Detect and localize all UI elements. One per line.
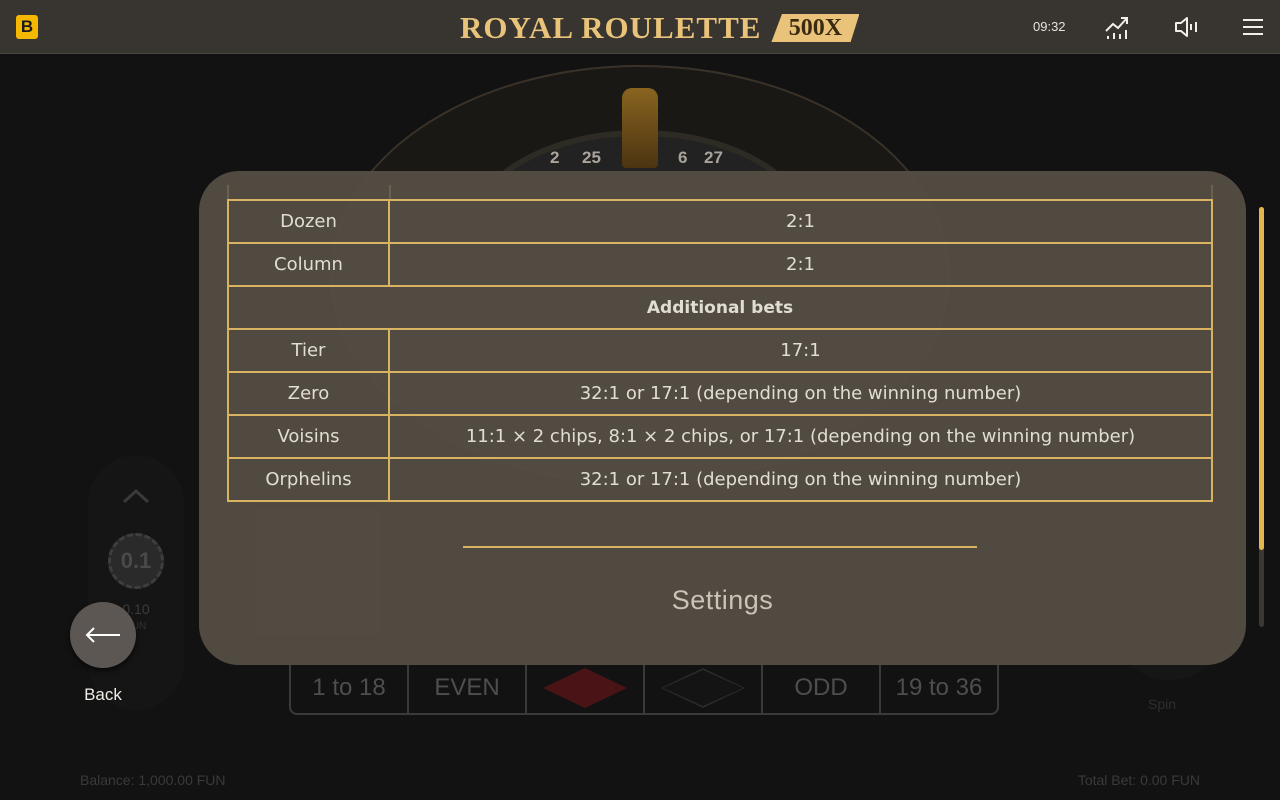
bet-19-to-36[interactable]: 19 to 36 xyxy=(881,663,997,713)
table-section-header: Additional bets xyxy=(227,285,1213,330)
chip-value[interactable]: 0.1 xyxy=(108,533,164,589)
payout-cell: 32:1 or 17:1 (depending on the winning n… xyxy=(388,371,1213,416)
bet-name-cell: Voisins xyxy=(227,414,390,459)
arrow-left-icon xyxy=(85,627,120,643)
back-label: Back xyxy=(84,685,122,704)
payout-cell: 2:1 xyxy=(388,199,1213,244)
modal-scrollbar-thumb[interactable] xyxy=(1259,207,1264,550)
back-button[interactable] xyxy=(70,602,136,668)
bet-red[interactable] xyxy=(527,663,645,713)
chevron-up-icon[interactable] xyxy=(121,486,151,506)
wheel-number: 25 xyxy=(582,148,601,167)
bet-1-to-18[interactable]: 1 to 18 xyxy=(291,663,409,713)
volume-low-icon[interactable] xyxy=(1173,14,1199,40)
game-title-text: ROYAL ROULETTE xyxy=(460,10,762,45)
total-bet-readout: Total Bet: 0.00 FUN xyxy=(1077,772,1200,788)
wheel-number: 6 xyxy=(678,148,688,167)
bet-odd[interactable]: ODD xyxy=(763,663,881,713)
wheel-spindle xyxy=(622,88,658,168)
brand-logo: B xyxy=(16,15,38,39)
payout-table: Dozen 2:1 Column 2:1 Additional bets Tie… xyxy=(227,199,1213,502)
bet-name-cell: Dozen xyxy=(227,199,390,244)
payout-table-container: Dozen 2:1 Column 2:1 Additional bets Tie… xyxy=(227,199,1213,502)
clock: 09:32 xyxy=(1033,19,1066,34)
payout-cell: 2:1 xyxy=(388,242,1213,287)
table-row: Orphelins 32:1 or 17:1 (depending on the… xyxy=(227,457,1213,502)
bet-black[interactable] xyxy=(645,663,763,713)
bet-name-cell: Orphelins xyxy=(227,457,390,502)
payout-cell: 17:1 xyxy=(388,328,1213,373)
section-title: Additional bets xyxy=(227,285,1213,330)
table-row: Voisins 11:1 × 2 chips, 8:1 × 2 chips, o… xyxy=(227,414,1213,459)
top-bar: B ROYAL ROULETTE 500X 09:32 xyxy=(0,0,1280,54)
payout-cell: 11:1 × 2 chips, 8:1 × 2 chips, or 17:1 (… xyxy=(388,414,1213,459)
multiplier-badge: 500X xyxy=(771,14,860,42)
hamburger-menu-icon[interactable] xyxy=(1240,14,1266,40)
bet-name-cell: Column xyxy=(227,242,390,287)
bet-name-cell: Zero xyxy=(227,371,390,416)
section-divider xyxy=(463,546,977,548)
table-row: Dozen 2:1 xyxy=(227,199,1213,244)
balance-readout: Balance: 1,000.00 FUN xyxy=(80,772,226,788)
black-diamond-icon xyxy=(661,668,745,708)
bet-name-cell: Tier xyxy=(227,328,390,373)
rules-modal: Dozen 2:1 Column 2:1 Additional bets Tie… xyxy=(199,171,1246,665)
game-title: ROYAL ROULETTE 500X xyxy=(460,8,860,48)
outside-bets-strip: 1 to 18 EVEN ODD 19 to 36 xyxy=(289,663,999,715)
stats-chart-icon[interactable] xyxy=(1104,14,1130,40)
wheel-number: 27 xyxy=(704,148,723,167)
table-row: Zero 32:1 or 17:1 (depending on the winn… xyxy=(227,371,1213,416)
red-diamond-icon xyxy=(543,668,627,708)
wheel-number: 2 xyxy=(550,148,560,167)
bet-even[interactable]: EVEN xyxy=(409,663,527,713)
settings-heading: Settings xyxy=(671,585,774,615)
table-row: Column 2:1 xyxy=(227,242,1213,287)
table-row: Tier 17:1 xyxy=(227,328,1213,373)
payout-cell: 32:1 or 17:1 (depending on the winning n… xyxy=(388,457,1213,502)
spin-label: Spin xyxy=(1148,696,1177,712)
